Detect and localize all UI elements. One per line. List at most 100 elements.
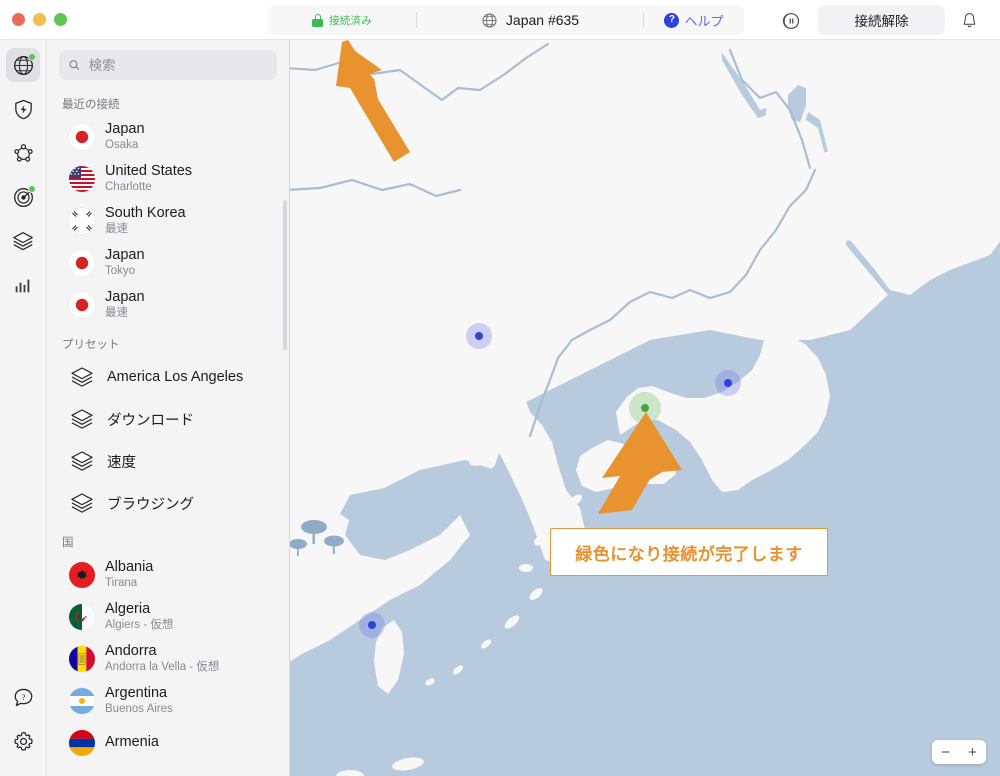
current-server-label: Japan #635 bbox=[505, 12, 580, 28]
list-item-country: Andorra bbox=[105, 642, 157, 659]
marker-core bbox=[368, 621, 376, 629]
flag-al bbox=[69, 562, 95, 588]
list-item-city: 最速 bbox=[105, 223, 128, 236]
list-item[interactable]: Albania Tirana bbox=[47, 554, 289, 596]
connection-status[interactable]: 接続済み bbox=[268, 5, 416, 35]
question-mark-icon: ? bbox=[664, 12, 680, 28]
world-map[interactable]: 緑色になり接続が完了します − + bbox=[290, 40, 1000, 776]
list-item[interactable]: Japan Tokyo bbox=[47, 242, 289, 284]
list-item-country: Albania bbox=[105, 558, 154, 575]
rail-item-locations[interactable] bbox=[6, 48, 40, 82]
layers-icon bbox=[71, 367, 93, 387]
status-dot bbox=[28, 185, 36, 193]
status-dot bbox=[28, 53, 36, 61]
vpn-app-window: 接続済み Japan #635 ? ヘルプ 接続解除 ? 検索 最近の接続 Ja… bbox=[0, 0, 1000, 776]
list-item-city: Charlotte bbox=[105, 181, 152, 194]
search-input[interactable] bbox=[88, 57, 268, 73]
search-container bbox=[47, 40, 289, 86]
icon-rail: ? bbox=[0, 40, 47, 776]
rail-item-stats[interactable] bbox=[6, 268, 40, 302]
zoom-in-button[interactable]: + bbox=[959, 740, 986, 764]
minimize-window-button[interactable] bbox=[33, 13, 46, 26]
list-item-country: Argentina bbox=[105, 684, 168, 701]
layers-icon bbox=[13, 232, 33, 251]
layers-icon bbox=[71, 409, 93, 429]
section-heading-recent: 最近の接続 bbox=[62, 99, 120, 111]
zoom-out-button[interactable]: − bbox=[932, 740, 959, 764]
title-bar: 接続済み Japan #635 ? ヘルプ 接続解除 bbox=[0, 0, 1000, 40]
list-item[interactable]: Argentina Buenos Aires bbox=[47, 680, 289, 722]
list-item-city: Osaka bbox=[105, 139, 139, 152]
rail-item-help[interactable]: ? bbox=[6, 680, 40, 714]
disconnect-button[interactable]: 接続解除 bbox=[818, 5, 945, 35]
preset-label: ダウンロード bbox=[107, 412, 194, 429]
callout-box: 緑色になり接続が完了します bbox=[550, 528, 828, 576]
rail-bottom-group: ? bbox=[0, 680, 46, 768]
marker-core bbox=[475, 332, 483, 340]
help-button[interactable]: ? ヘルプ bbox=[644, 5, 744, 35]
list-item[interactable]: Japan 最速 bbox=[47, 284, 289, 326]
shield-bolt-icon bbox=[14, 99, 32, 119]
list-item-city: Andorra la Vella - 仮想 bbox=[105, 661, 220, 674]
svg-text:?: ? bbox=[21, 692, 25, 701]
tokyo-marker[interactable] bbox=[715, 370, 741, 396]
flag-jp bbox=[69, 124, 95, 150]
list-item[interactable]: Japan Osaka bbox=[47, 116, 289, 158]
list-item[interactable]: ダウンロード bbox=[47, 398, 289, 440]
list-item-country: Japan bbox=[105, 120, 145, 137]
window-controls bbox=[0, 13, 90, 26]
sidebar-scrollbar[interactable] bbox=[283, 200, 287, 350]
notifications-button[interactable] bbox=[958, 9, 980, 31]
list-item-country: Algeria bbox=[105, 600, 151, 617]
list-item-city: Algiers - 仮想 bbox=[105, 619, 174, 632]
rail-item-threat-scan[interactable] bbox=[6, 180, 40, 214]
rail-item-presets[interactable] bbox=[6, 224, 40, 258]
layers-icon bbox=[71, 493, 93, 513]
connection-status-pill: 接続済み Japan #635 ? ヘルプ bbox=[268, 5, 744, 35]
marker-core bbox=[724, 379, 732, 387]
list-item[interactable]: Andorra Andorra la Vella - 仮想 bbox=[47, 638, 289, 680]
flag-jp bbox=[69, 250, 95, 276]
list-item-country: Japan bbox=[105, 246, 145, 263]
list-item-city: Tirana bbox=[105, 577, 138, 590]
list-item[interactable]: 速度 bbox=[47, 440, 289, 482]
pause-circle-icon bbox=[782, 13, 800, 29]
list-item[interactable]: United States Charlotte bbox=[47, 158, 289, 200]
jeju-island bbox=[519, 564, 533, 572]
rail-item-meshnet[interactable] bbox=[6, 136, 40, 170]
bar-chart-icon bbox=[15, 279, 30, 293]
list-item[interactable]: ブラウジング bbox=[47, 482, 289, 524]
current-server[interactable]: Japan #635 bbox=[417, 5, 643, 35]
seoul-marker[interactable] bbox=[466, 323, 492, 349]
preset-label: ブラウジング bbox=[107, 496, 194, 513]
main-area: ? 検索 最近の接続 Japan Osaka United States Cha… bbox=[0, 40, 1000, 776]
taipei-marker[interactable] bbox=[359, 612, 385, 638]
search-box[interactable] bbox=[59, 50, 277, 80]
mesh-network-icon bbox=[13, 143, 33, 162]
list-item-country: Japan bbox=[105, 288, 145, 305]
list-item[interactable]: Algeria Algiers - 仮想 bbox=[47, 596, 289, 638]
rail-item-protection[interactable] bbox=[6, 92, 40, 126]
list-item[interactable]: Armenia bbox=[47, 722, 289, 764]
flag-am bbox=[69, 730, 95, 756]
close-window-button[interactable] bbox=[12, 13, 25, 26]
preset-label: America Los Angeles bbox=[107, 369, 244, 385]
layers-icon bbox=[71, 451, 93, 471]
osaka-marker[interactable] bbox=[629, 392, 661, 424]
flag-kr bbox=[69, 208, 95, 234]
list-item-city: 最速 bbox=[105, 307, 128, 320]
server-sidebar: 最近の接続 Japan Osaka bbox=[47, 40, 290, 776]
list-item[interactable]: America Los Angeles bbox=[47, 356, 289, 398]
rail-item-settings[interactable] bbox=[6, 724, 40, 758]
list-item-city: Tokyo bbox=[105, 265, 136, 278]
list-item[interactable]: South Korea 最速 bbox=[47, 200, 289, 242]
preset-label: 速度 bbox=[107, 454, 136, 471]
pause-button[interactable] bbox=[778, 8, 804, 34]
help-chat-icon: ? bbox=[14, 688, 32, 706]
map-zoom-controls: − + bbox=[932, 740, 986, 764]
callout-text: 緑色になり接続が完了します bbox=[575, 544, 803, 564]
list-item-country: United States bbox=[105, 162, 193, 179]
search-icon bbox=[69, 60, 80, 70]
maximize-window-button[interactable] bbox=[54, 13, 67, 26]
section-heading-presets: プリセット bbox=[62, 339, 120, 351]
